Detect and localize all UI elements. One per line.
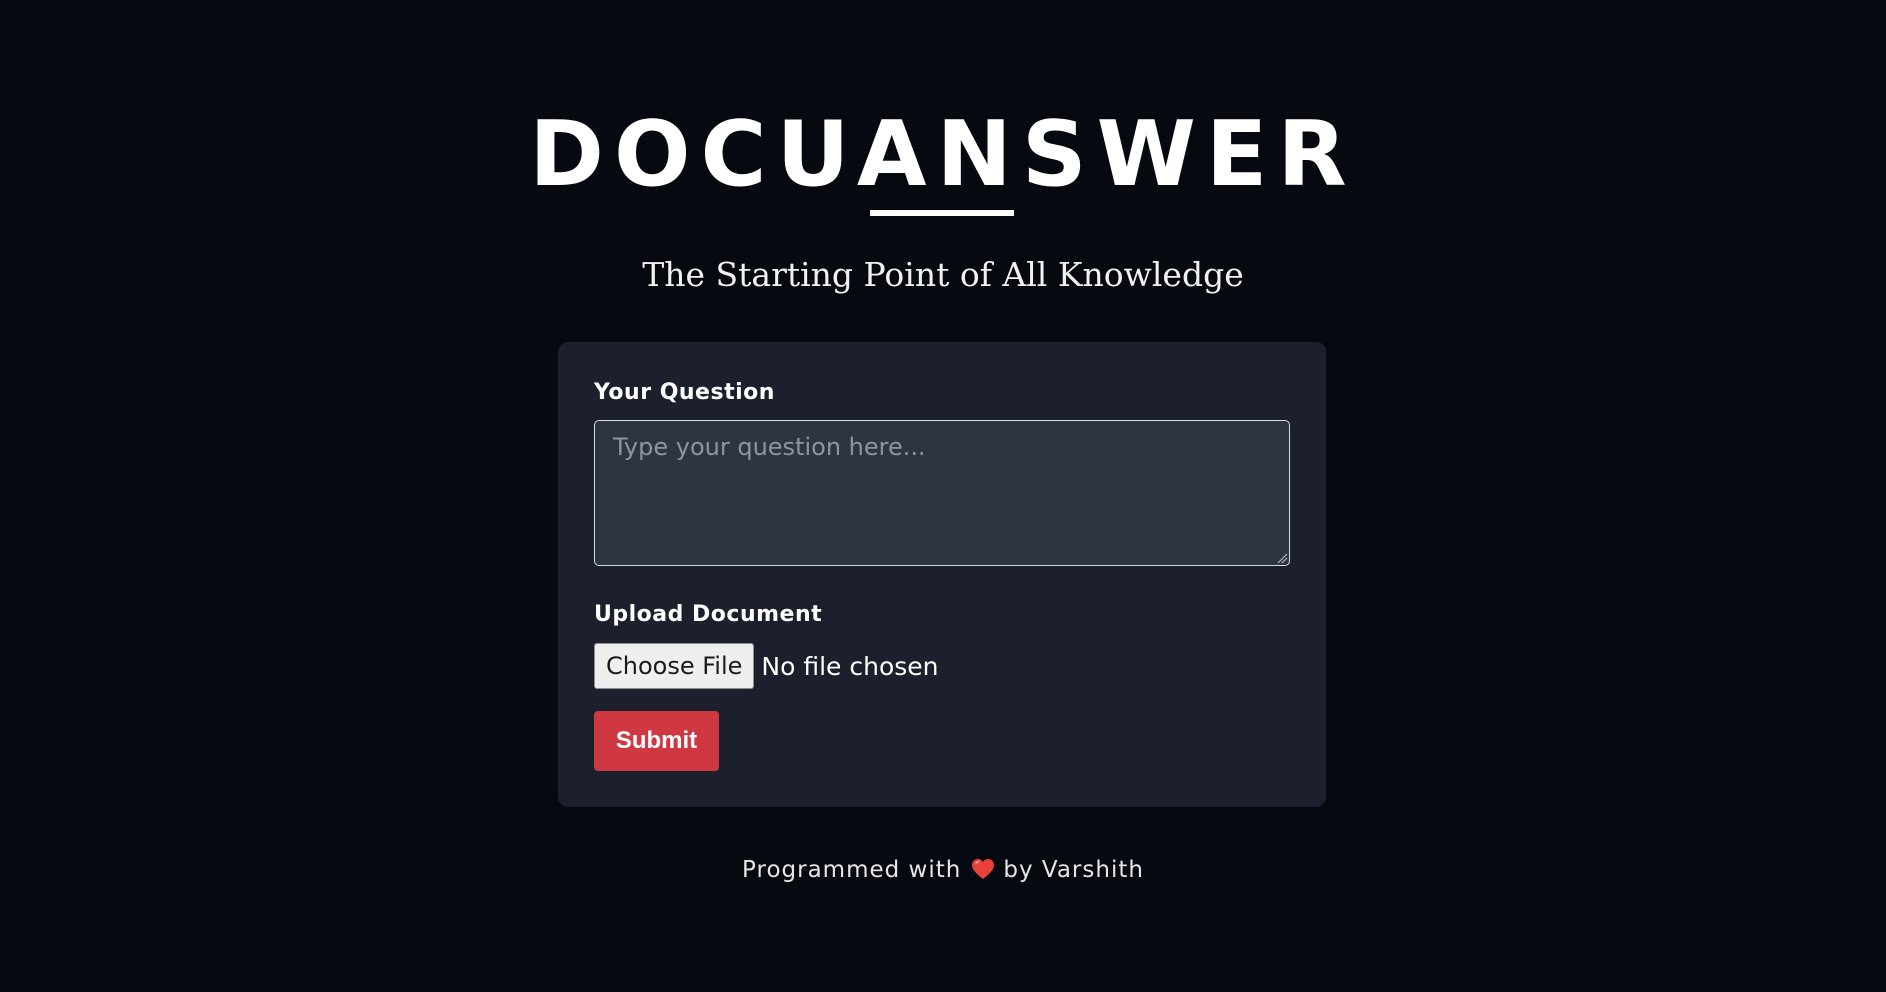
file-status: No file chosen	[761, 651, 939, 681]
app-title: DOCUANSWER	[529, 102, 1357, 207]
heart-icon	[972, 859, 995, 879]
choose-file-button[interactable]: Choose File	[594, 643, 755, 689]
resize-handle-icon[interactable]	[1276, 552, 1288, 564]
question-input[interactable]	[594, 420, 1290, 566]
footer: Programmed with by Varshith	[0, 852, 1886, 888]
file-upload-field: Choose File No file chosen	[594, 643, 939, 689]
submit-button[interactable]: Submit	[594, 711, 719, 771]
footer-prefix: Programmed with	[742, 857, 962, 883]
upload-label: Upload Document	[594, 602, 823, 627]
footer-suffix: by Varshith	[1003, 857, 1144, 883]
tagline: The Starting Point of All Knowledge	[642, 255, 1244, 294]
title-underline	[870, 210, 1014, 216]
question-label: Your Question	[594, 380, 775, 405]
question-form-card: Your Question Upload Document Choose Fil…	[558, 342, 1326, 807]
